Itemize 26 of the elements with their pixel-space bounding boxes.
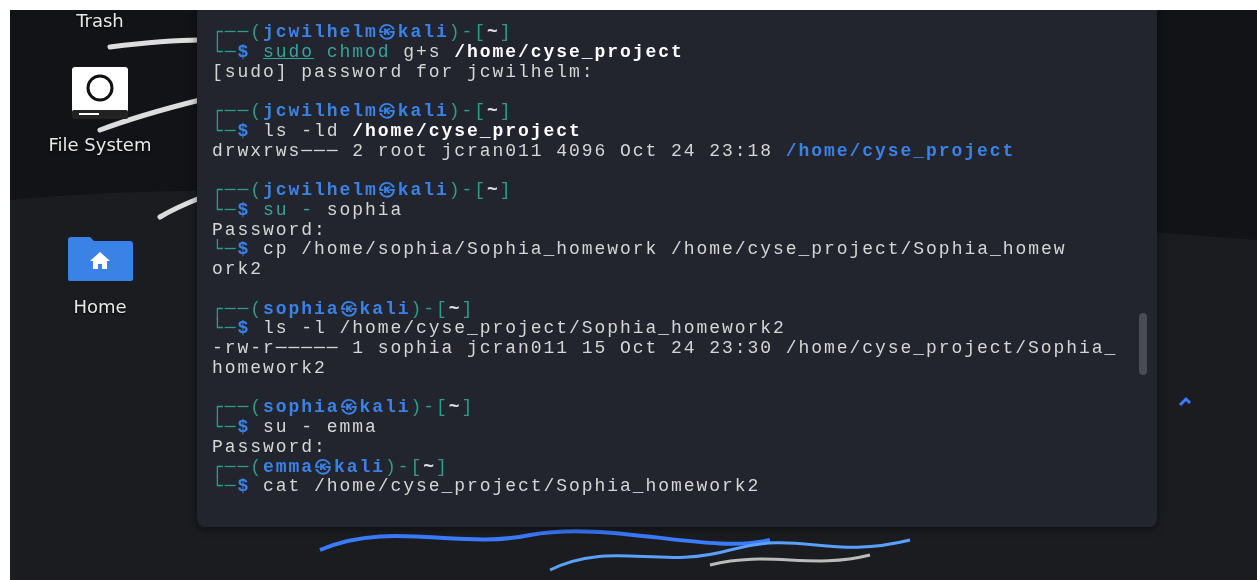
terminal-line: ┌──(sophia㉿kali)-[~] — [212, 299, 475, 319]
terminal-line: ┌──(jcwilhelm㉿kali)-[~] — [212, 181, 513, 200]
terminal-line: └─$ cat /home/cyse_project/Sophia_homework2 — [212, 477, 761, 497]
terminal-line: └─$ cp /home/sophia/Sophia_homework /home/cyse_project/Sophia_homew — [212, 240, 1067, 260]
terminal-line: Password: — [212, 220, 327, 240]
terminal-line: ork2 — [212, 260, 263, 280]
terminal-line: -rw-r───── 1 sophia jcran011 15 Oct 24 23:30 /home/cyse_project/Sophia_ — [212, 339, 1118, 359]
terminal-line: └─$ su - sophia — [212, 200, 404, 221]
desktop-icon-label[interactable]: Home — [73, 296, 127, 318]
desktop-icon-label[interactable]: Trash — [76, 10, 124, 32]
desktop-icon-label[interactable]: File System — [48, 133, 152, 156]
terminal-line: ┌──(jcwilhelm㉿kali)-[~] — [212, 102, 513, 121]
drive-icon — [71, 65, 129, 120]
scrollbar-thumb[interactable] — [1139, 313, 1147, 375]
terminal-line: └─$ ls -ld /home/cyse_project — [212, 121, 582, 142]
home-folder-icon — [66, 236, 134, 283]
terminal-line: homework2 — [212, 358, 327, 379]
terminal-line: ┌──(sophia㉿kali)-[~] — [212, 398, 475, 418]
terminal-line: └─$ su - emma — [212, 418, 378, 438]
terminal-line: drwxrws─── 2 root jcran011 4096 Oct 24 23:18 /home/cyse_project — [212, 141, 1016, 162]
terminal-line: ┌──(emma㉿kali)-[~] — [212, 457, 449, 477]
terminal-line: [sudo] password for jcwilhelm: — [212, 62, 595, 83]
terminal-line: Password: — [212, 437, 327, 458]
terminal-line: ┌──(jcwilhelm㉿kali)-[~] — [212, 23, 513, 42]
terminal-line: └─$ sudo chmod g+s /home/cyse_project — [212, 42, 684, 63]
terminal-line: └─$ ls -l /home/cyse_project/Sophia_homework2 — [212, 319, 786, 339]
